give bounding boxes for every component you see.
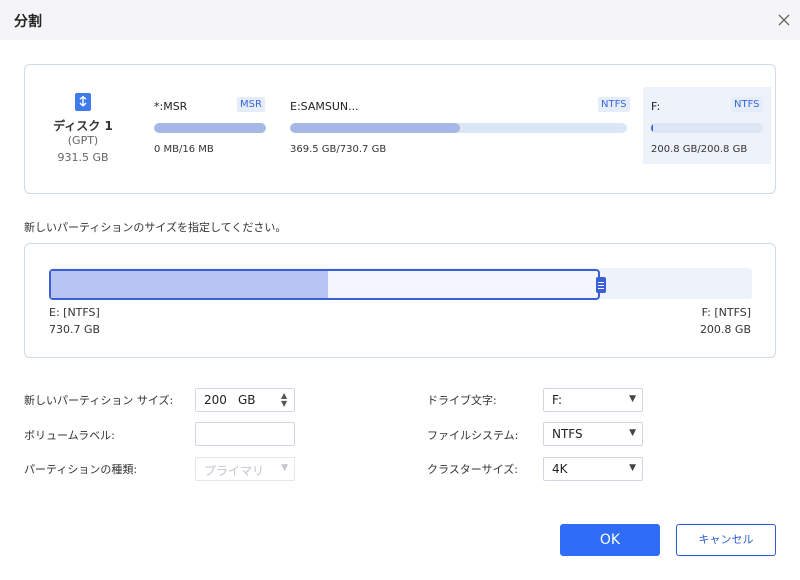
left-partition-size: 730.7 GB (49, 323, 101, 336)
filesystem-select[interactable]: NTFS ▼ (543, 422, 643, 446)
volume-label-input[interactable] (195, 422, 295, 446)
partition-usage: 200.8 GB/200.8 GB (651, 144, 748, 155)
usage-bar (651, 123, 763, 133)
right-partition-size: 200.8 GB (699, 323, 751, 336)
drive-letter-label: ドライブ文字: (427, 394, 497, 407)
partition-msr[interactable]: *:MSR MSR 0 MB/16 MB (143, 65, 273, 195)
cluster-size-value: 4K (552, 462, 568, 476)
partition-label: *:MSR (154, 100, 188, 113)
partition-label: E:SAMSUN... (290, 100, 359, 113)
size-unit: GB (238, 393, 256, 407)
dropdown-arrow-icon: ▼ (281, 463, 288, 473)
resize-partition-e[interactable] (49, 269, 600, 300)
resize-panel: E: [NTFS] 730.7 GB F: [NTFS] 200.8 GB (24, 243, 776, 358)
filesystem-value: NTFS (552, 427, 583, 441)
volume-label-label: ボリュームラベル: (24, 429, 115, 442)
size-value: 200 (204, 393, 227, 407)
usb-disk-icon (75, 93, 91, 111)
disk-name: ディスク 1 (53, 119, 113, 133)
dialog-title: 分割 (14, 14, 42, 30)
partition-f[interactable]: F: NTFS 200.8 GB/200.8 GB (643, 87, 771, 164)
partition-label: F: (651, 100, 661, 113)
cancel-button[interactable]: キャンセル (676, 524, 776, 556)
spinner-arrows-icon[interactable]: ▲ ▼ (281, 392, 289, 408)
drive-letter-value: F: (552, 393, 563, 407)
partition-type-select: プライマリ ▼ (195, 457, 295, 481)
dropdown-arrow-icon: ▼ (629, 428, 636, 438)
usage-bar (290, 123, 627, 133)
close-button[interactable] (774, 10, 794, 30)
size-label: 新しいパーティション サイズ: (24, 394, 174, 407)
partition-type-label: パーティションの種類: (24, 463, 138, 476)
dropdown-arrow-icon: ▼ (629, 463, 636, 473)
partition-type-value: プライマリ (204, 464, 265, 478)
close-icon (778, 14, 790, 26)
cluster-size-select[interactable]: 4K ▼ (543, 457, 643, 481)
disk-partition-style: (GPT) (67, 134, 99, 147)
usage-bar (154, 123, 266, 133)
resize-handle[interactable] (596, 277, 606, 293)
filesystem-label: ファイルシステム: (427, 429, 519, 442)
left-partition-name: E: [NTFS] (49, 306, 100, 319)
ok-button[interactable]: OK (560, 524, 660, 556)
usage-bar-fill (154, 123, 266, 133)
title-bar: 分割 (0, 0, 800, 40)
dropdown-arrow-icon: ▼ (629, 394, 636, 404)
resize-used-fill (51, 271, 328, 298)
drive-letter-select[interactable]: F: ▼ (543, 388, 643, 412)
disk-map-panel: ディスク 1 (GPT) 931.5 GB *:MSR MSR 0 MB/16 … (24, 64, 776, 194)
usage-bar-fill (290, 123, 461, 133)
cluster-size-label: クラスターサイズ: (427, 463, 518, 476)
partition-usage: 369.5 GB/730.7 GB (290, 144, 387, 155)
disk-size: 931.5 GB (57, 151, 109, 164)
filesystem-tag: MSR (237, 97, 265, 112)
instruction-text: 新しいパーティションのサイズを指定してください。 (24, 221, 287, 234)
filesystem-tag: NTFS (731, 97, 763, 112)
size-stepper[interactable]: 200 GB ▲ ▼ (195, 388, 295, 412)
partition-e[interactable]: E:SAMSUN... NTFS 369.5 GB/730.7 GB (280, 65, 640, 195)
partition-usage: 0 MB/16 MB (154, 144, 214, 155)
usage-bar-fill (651, 123, 654, 133)
right-partition-name: F: [NTFS] (701, 306, 751, 319)
filesystem-tag: NTFS (598, 97, 630, 112)
